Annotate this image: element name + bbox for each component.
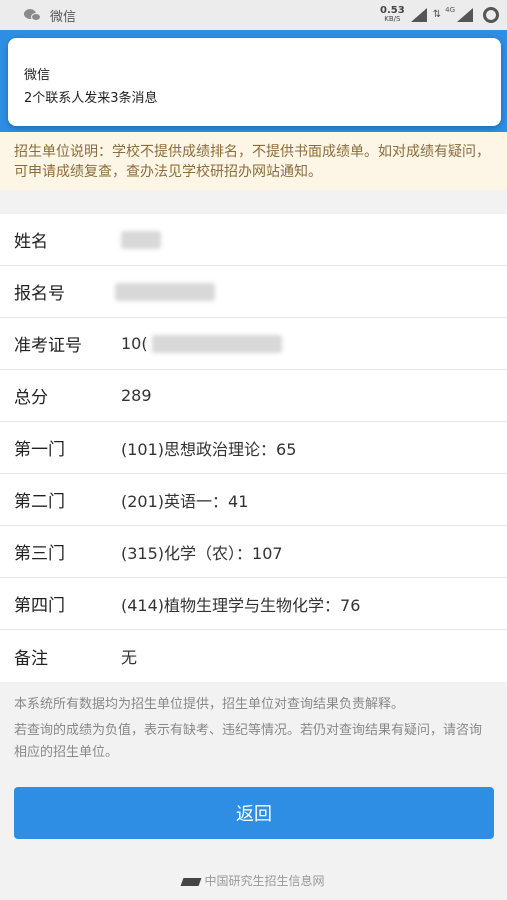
field-label: 第三门 bbox=[14, 544, 65, 564]
field-label: 报名号 bbox=[14, 284, 65, 304]
field-label: 第二门 bbox=[14, 492, 65, 512]
field-label: 备注 bbox=[14, 648, 48, 669]
row-subject-3: 第三门 (315)化学（农）：107 bbox=[0, 526, 507, 578]
back-button[interactable]: 返回 bbox=[14, 787, 494, 839]
notification-title: 微信 bbox=[24, 68, 51, 83]
field-value: (414)植物生理学与生物化学：76 bbox=[121, 595, 361, 615]
brand-name: 中国研究生招生信息网 bbox=[204, 874, 325, 888]
notification-card[interactable]: 微信 2个联系人发来3条消息 bbox=[8, 38, 501, 126]
row-name: 姓名 bbox=[0, 214, 507, 266]
network-tag: 4G bbox=[445, 6, 455, 14]
status-app-label: 微信 bbox=[50, 9, 77, 25]
wechat-icon bbox=[24, 8, 42, 22]
footer-note: 本系统所有数据均为招生单位提供，招生单位对查询结果负责解释。 bbox=[14, 697, 405, 712]
footer-notes: 本系统所有数据均为招生单位提供，招生单位对查询结果负责解释。 若查询的成绩为负值… bbox=[14, 694, 494, 768]
redacted-value bbox=[115, 282, 215, 301]
row-subject-2: 第二门 (201)英语一：41 bbox=[0, 474, 507, 526]
graduation-cap-icon bbox=[181, 877, 202, 886]
field-label: 准考证号 bbox=[14, 336, 82, 356]
row-total: 总分 289 bbox=[0, 370, 507, 422]
field-value: (101)思想政治理论：65 bbox=[121, 439, 297, 459]
notification-body: 2个联系人发来3条消息 bbox=[24, 91, 158, 106]
brand-footer: 中国研究生招生信息网 bbox=[0, 872, 507, 889]
field-label: 第一门 bbox=[14, 440, 65, 460]
field-label: 姓名 bbox=[14, 232, 48, 252]
notice-banner: 招生单位说明：学校不提供成绩排名，不提供书面成绩单。如对成绩有疑问，可申请成绩复… bbox=[0, 132, 507, 190]
row-registration-number: 报名号 bbox=[0, 266, 507, 318]
field-value: (201)英语一：41 bbox=[121, 491, 249, 511]
field-label: 第四门 bbox=[14, 596, 65, 616]
net-speed: 0.53 KB/S bbox=[380, 5, 405, 24]
cell-signal-icon bbox=[457, 8, 473, 22]
row-subject-4: 第四门 (414)植物生理学与生物化学：76 bbox=[0, 578, 507, 630]
screen: 微信 0.53 KB/S ⇅ 4G 微信 2个联系人发来3条消息 招生单位说明：… bbox=[0, 0, 507, 900]
field-value: (315)化学（农）：107 bbox=[121, 543, 283, 563]
battery-ring-icon bbox=[483, 7, 499, 23]
data-arrows-icon: ⇅ bbox=[432, 9, 442, 20]
redacted-value bbox=[151, 334, 282, 353]
redacted-value bbox=[121, 230, 161, 249]
field-label: 总分 bbox=[14, 388, 48, 408]
field-value: 289 bbox=[121, 386, 152, 405]
field-value: 10( bbox=[121, 334, 148, 353]
wifi-signal-icon bbox=[410, 8, 427, 22]
score-list: 姓名 报名号 准考证号 10( 总分 289 第一门 (101)思想政治理论：6… bbox=[0, 214, 507, 682]
row-subject-1: 第一门 (101)思想政治理论：65 bbox=[0, 422, 507, 474]
status-bar: 微信 0.53 KB/S ⇅ 4G bbox=[0, 0, 507, 30]
field-value: 无 bbox=[121, 648, 138, 667]
footer-note: 若查询的成绩为负值，表示有缺考、违纪等情况。若仍对查询结果有疑问，请咨询相应的招… bbox=[14, 723, 483, 760]
row-exam-id: 准考证号 10( bbox=[0, 318, 507, 370]
row-remark: 备注 无 bbox=[0, 630, 507, 682]
